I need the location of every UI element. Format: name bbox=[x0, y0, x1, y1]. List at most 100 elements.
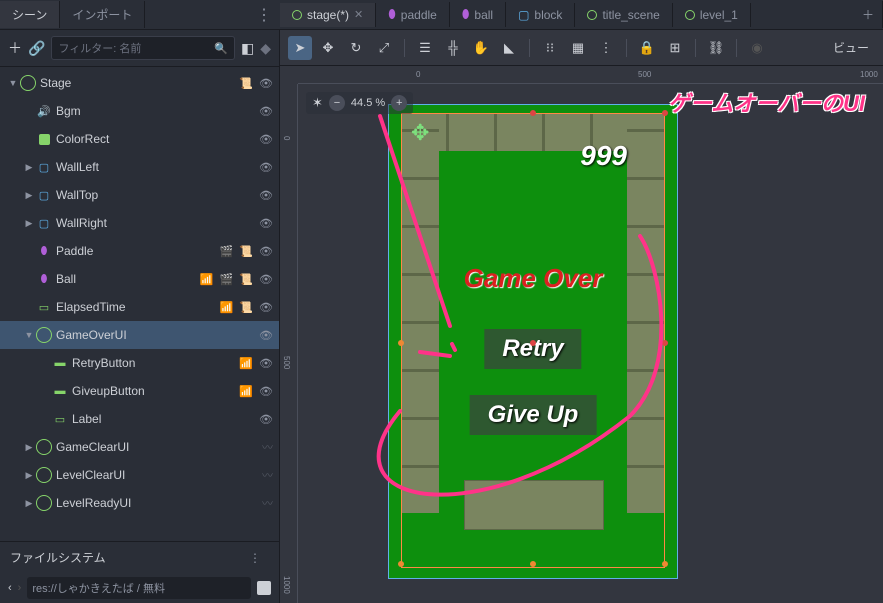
retry-button[interactable]: Retry bbox=[484, 329, 581, 369]
expand-icon[interactable]: ▶ bbox=[22, 218, 36, 229]
scene-icon[interactable]: 🎬 bbox=[220, 273, 234, 286]
filter-input[interactable]: フィルター: 名前 🔍 bbox=[51, 36, 235, 60]
scale-tool[interactable]: ⤢ bbox=[372, 36, 396, 60]
signal-icon[interactable]: 📶 bbox=[239, 357, 253, 370]
move-tool[interactable]: ✥ bbox=[316, 36, 340, 60]
nav-fwd-icon[interactable]: › bbox=[18, 582, 22, 594]
doc-tab-ball[interactable]: ⬮ ball bbox=[450, 2, 506, 27]
filesystem-path[interactable]: res://しゃかきえたば / 無料 bbox=[27, 577, 251, 599]
scene-panel: ＋ 🔗 フィルター: 名前 🔍 ◧ ◆ ▼Stage📜👁🔊Bgm👁ColorRe… bbox=[0, 30, 280, 603]
tree-node-LevelReadyUI[interactable]: ▶LevelReadyUI〰 bbox=[0, 489, 279, 517]
visibility-icon[interactable]: 👁 bbox=[259, 385, 273, 398]
signal-icon[interactable]: 📶 bbox=[200, 273, 214, 286]
signal-icon[interactable]: 📶 bbox=[239, 385, 253, 398]
visibility-icon[interactable]: 👁 bbox=[259, 245, 273, 258]
tree-node-Paddle[interactable]: ⬮Paddle🎬📜👁 bbox=[0, 237, 279, 265]
close-icon[interactable]: ✕ bbox=[354, 8, 363, 21]
zoom-level[interactable]: 44.5 % bbox=[351, 97, 385, 109]
panel-tab-import[interactable]: インポート bbox=[60, 1, 145, 28]
script-icon[interactable]: 📜 bbox=[239, 77, 253, 90]
snap-tool-2[interactable]: ▦ bbox=[566, 36, 590, 60]
visibility-icon[interactable]: 👁 bbox=[259, 273, 273, 286]
search-icon: 🔍 bbox=[214, 42, 228, 55]
lock-tool[interactable]: 🔒 bbox=[635, 36, 659, 60]
tree-node-ColorRect[interactable]: ColorRect👁 bbox=[0, 125, 279, 153]
add-node-button[interactable]: ＋ bbox=[8, 38, 22, 58]
visibility-off-icon[interactable]: 〰 bbox=[262, 495, 273, 511]
visibility-icon[interactable]: 👁 bbox=[259, 329, 273, 342]
link-button[interactable]: 🔗 bbox=[28, 40, 45, 57]
tree-node-GameClearUI[interactable]: ▶GameClearUI〰 bbox=[0, 433, 279, 461]
header-row: シーン インポート ⋮ stage(*) ✕⬮ paddle⬮ ball▢ bl… bbox=[0, 0, 883, 30]
bone-tool[interactable]: ⛓ bbox=[704, 36, 728, 60]
doc-tab-stage(*)[interactable]: stage(*) ✕ bbox=[280, 3, 376, 27]
visibility-icon[interactable]: 👁 bbox=[259, 189, 273, 202]
visibility-icon[interactable]: 👁 bbox=[259, 105, 273, 118]
tree-node-WallTop[interactable]: ▶▢WallTop👁 bbox=[0, 181, 279, 209]
script-icon[interactable]: 📜 bbox=[239, 245, 253, 258]
visibility-off-icon[interactable]: 〰 bbox=[262, 467, 273, 483]
doc-tab-paddle[interactable]: ⬮ paddle bbox=[376, 2, 450, 27]
filesystem-header[interactable]: ファイルシステム ⋮ bbox=[0, 541, 279, 573]
tree-node-Ball[interactable]: ⬮Ball📶🎬📜👁 bbox=[0, 265, 279, 293]
tree-node-WallRight[interactable]: ▶▢WallRight👁 bbox=[0, 209, 279, 237]
select-tool[interactable]: ➤ bbox=[288, 36, 312, 60]
expand-icon[interactable]: ▶ bbox=[22, 498, 36, 509]
tree-node-ElapsedTime[interactable]: ▭ElapsedTime📶📜👁 bbox=[0, 293, 279, 321]
doc-tab-level_1[interactable]: level_1 bbox=[673, 3, 751, 27]
tree-tool-1[interactable]: ◧ bbox=[241, 40, 254, 57]
visibility-icon[interactable]: 👁 bbox=[259, 77, 273, 90]
doc-tab-block[interactable]: ▢ block bbox=[506, 3, 575, 27]
collapse-icon[interactable]: ▼ bbox=[6, 78, 20, 88]
expand-icon[interactable]: ▶ bbox=[22, 162, 36, 173]
tree-node-Stage[interactable]: ▼Stage📜👁 bbox=[0, 69, 279, 97]
zoom-out-button[interactable]: − bbox=[329, 95, 345, 111]
visibility-icon[interactable]: 👁 bbox=[259, 161, 273, 174]
tree-node-GiveupButton[interactable]: ▬GiveupButton📶👁 bbox=[0, 377, 279, 405]
fs-icon[interactable] bbox=[257, 581, 271, 595]
panel-tab-scene[interactable]: シーン bbox=[0, 1, 60, 28]
script-icon[interactable]: 📜 bbox=[239, 273, 253, 286]
list-tool[interactable]: ☰ bbox=[413, 36, 437, 60]
snap-menu[interactable]: ⋮ bbox=[594, 36, 618, 60]
tree-node-RetryButton[interactable]: ▬RetryButton📶👁 bbox=[0, 349, 279, 377]
expand-icon[interactable]: ▶ bbox=[22, 470, 36, 481]
doc-tab-title_scene[interactable]: title_scene bbox=[575, 3, 672, 27]
tree-node-Bgm[interactable]: 🔊Bgm👁 bbox=[0, 97, 279, 125]
expand-icon[interactable]: ▶ bbox=[22, 190, 36, 201]
view-button[interactable]: ビュー bbox=[827, 39, 875, 56]
tree-node-Label[interactable]: ▭Label👁 bbox=[0, 405, 279, 433]
visibility-icon[interactable]: 👁 bbox=[259, 413, 273, 426]
ruler-tool[interactable]: ◣ bbox=[497, 36, 521, 60]
filesystem-menu-icon[interactable]: ⋮ bbox=[241, 551, 269, 565]
nav-back-icon[interactable]: ‹ bbox=[8, 582, 12, 594]
expand-icon[interactable]: ▶ bbox=[22, 442, 36, 453]
grid-tool[interactable]: ╬ bbox=[441, 36, 465, 60]
pan-tool[interactable]: ✋ bbox=[469, 36, 493, 60]
panel-menu-icon[interactable]: ⋮ bbox=[248, 5, 280, 25]
tree-tool-2[interactable]: ◆ bbox=[260, 40, 271, 57]
script-icon[interactable]: 📜 bbox=[239, 301, 253, 314]
origin-gizmo[interactable]: ✥ bbox=[411, 120, 429, 146]
collapse-icon[interactable]: ▼ bbox=[22, 330, 36, 340]
visibility-icon[interactable]: 👁 bbox=[259, 133, 273, 146]
visibility-icon[interactable]: 👁 bbox=[259, 357, 273, 370]
zoom-center-icon[interactable]: ✶ bbox=[312, 95, 323, 111]
zoom-in-button[interactable]: + bbox=[391, 95, 407, 111]
game-stage[interactable]: ✥ 999 Game Over Retry Give Up bbox=[388, 104, 678, 579]
add-tab-button[interactable]: ＋ bbox=[854, 1, 883, 28]
visibility-icon[interactable]: 👁 bbox=[259, 301, 273, 314]
scene-icon[interactable]: 🎬 bbox=[220, 245, 234, 258]
anim-tool[interactable]: ◉ bbox=[745, 36, 769, 60]
tree-node-LevelClearUI[interactable]: ▶LevelClearUI〰 bbox=[0, 461, 279, 489]
tree-node-GameOverUI[interactable]: ▼GameOverUI👁 bbox=[0, 321, 279, 349]
canvas[interactable]: 05001000 05001000 ✶ − 44.5 % + ゲームオーバーのU… bbox=[280, 66, 883, 603]
rotate-tool[interactable]: ↻ bbox=[344, 36, 368, 60]
tree-node-WallLeft[interactable]: ▶▢WallLeft👁 bbox=[0, 153, 279, 181]
giveup-button[interactable]: Give Up bbox=[470, 395, 597, 435]
visibility-off-icon[interactable]: 〰 bbox=[262, 439, 273, 455]
group-tool[interactable]: ⊞ bbox=[663, 36, 687, 60]
visibility-icon[interactable]: 👁 bbox=[259, 217, 273, 230]
snap-tool-1[interactable]: ⁝⁝ bbox=[538, 36, 562, 60]
signal-icon[interactable]: 📶 bbox=[220, 301, 234, 314]
